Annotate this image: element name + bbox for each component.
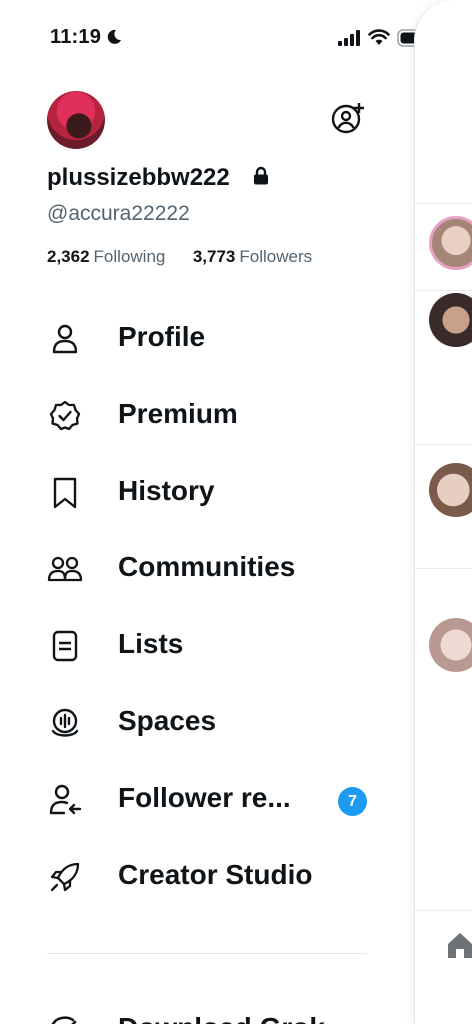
feed-divider xyxy=(415,444,472,445)
microphone-icon xyxy=(51,708,79,737)
menu-item-download-grok[interactable]: Download Grok xyxy=(47,1006,387,1024)
following-label: Following xyxy=(93,247,166,266)
home-icon[interactable] xyxy=(445,930,472,960)
menu-item-history[interactable]: History xyxy=(0,459,400,529)
menu-label: Creator Studio xyxy=(118,859,313,890)
profile-avatar[interactable] xyxy=(47,91,105,149)
menu-label: Premium xyxy=(118,398,238,429)
followers-label: Followers xyxy=(239,247,313,266)
story-avatar[interactable] xyxy=(429,216,472,270)
menu-item-spaces[interactable]: Spaces xyxy=(0,689,400,759)
menu-separator xyxy=(47,953,367,954)
menu-item-follower-requests[interactable]: Follower re... 7 xyxy=(0,766,400,836)
following-link[interactable]: 2,362 Following xyxy=(47,247,170,266)
user-handle[interactable]: @accura22222 xyxy=(47,202,190,226)
feed-divider xyxy=(415,290,472,291)
status-bar: 11:19 xyxy=(0,0,472,76)
menu-label: Download Grok xyxy=(118,1012,325,1024)
list-icon xyxy=(52,630,78,662)
menu-label: Profile xyxy=(118,321,206,352)
do-not-disturb-moon-icon xyxy=(107,29,121,44)
wifi-icon xyxy=(368,29,390,45)
background-feed-panel xyxy=(414,0,472,1024)
menu-label: Follower re... xyxy=(118,782,291,813)
rocket-icon xyxy=(50,862,80,892)
menu-label: Lists xyxy=(118,628,184,659)
menu-label: Communities xyxy=(118,551,296,582)
menu-label: Spaces xyxy=(118,705,217,736)
communities-icon xyxy=(47,556,83,582)
feed-avatar[interactable] xyxy=(429,618,472,672)
feed-avatar[interactable] xyxy=(429,463,472,517)
status-time: 11:19 xyxy=(50,26,102,48)
bottom-nav-divider xyxy=(415,910,472,911)
add-account-icon[interactable] xyxy=(331,101,365,135)
followers-count: 3,773 xyxy=(192,247,236,266)
feed-avatar[interactable] xyxy=(429,293,472,347)
verified-badge-icon xyxy=(49,400,81,431)
follow-counts: 2,362 Following 3,773 Followers xyxy=(47,247,312,267)
menu-item-creator-studio[interactable]: Creator Studio xyxy=(0,843,400,913)
feed-divider xyxy=(415,568,472,569)
menu-item-profile[interactable]: Profile xyxy=(0,305,400,375)
followers-link[interactable]: 3,773 Followers xyxy=(188,247,312,266)
cellular-signal-icon xyxy=(338,30,360,46)
menu-label: History xyxy=(118,475,215,506)
bookmark-icon xyxy=(53,477,77,509)
grok-icon xyxy=(51,1016,77,1024)
display-name[interactable]: plussizebbw222 xyxy=(47,164,230,192)
menu-item-communities[interactable]: Communities xyxy=(0,535,400,605)
person-icon xyxy=(52,324,78,354)
menu-item-premium[interactable]: Premium xyxy=(0,382,400,452)
feed-divider xyxy=(415,203,472,204)
following-count: 2,362 xyxy=(47,247,90,266)
menu-item-lists[interactable]: Lists xyxy=(0,612,400,682)
follower-requests-badge: 7 xyxy=(338,787,367,816)
lock-icon xyxy=(254,166,268,185)
follower-requests-icon xyxy=(49,784,82,815)
